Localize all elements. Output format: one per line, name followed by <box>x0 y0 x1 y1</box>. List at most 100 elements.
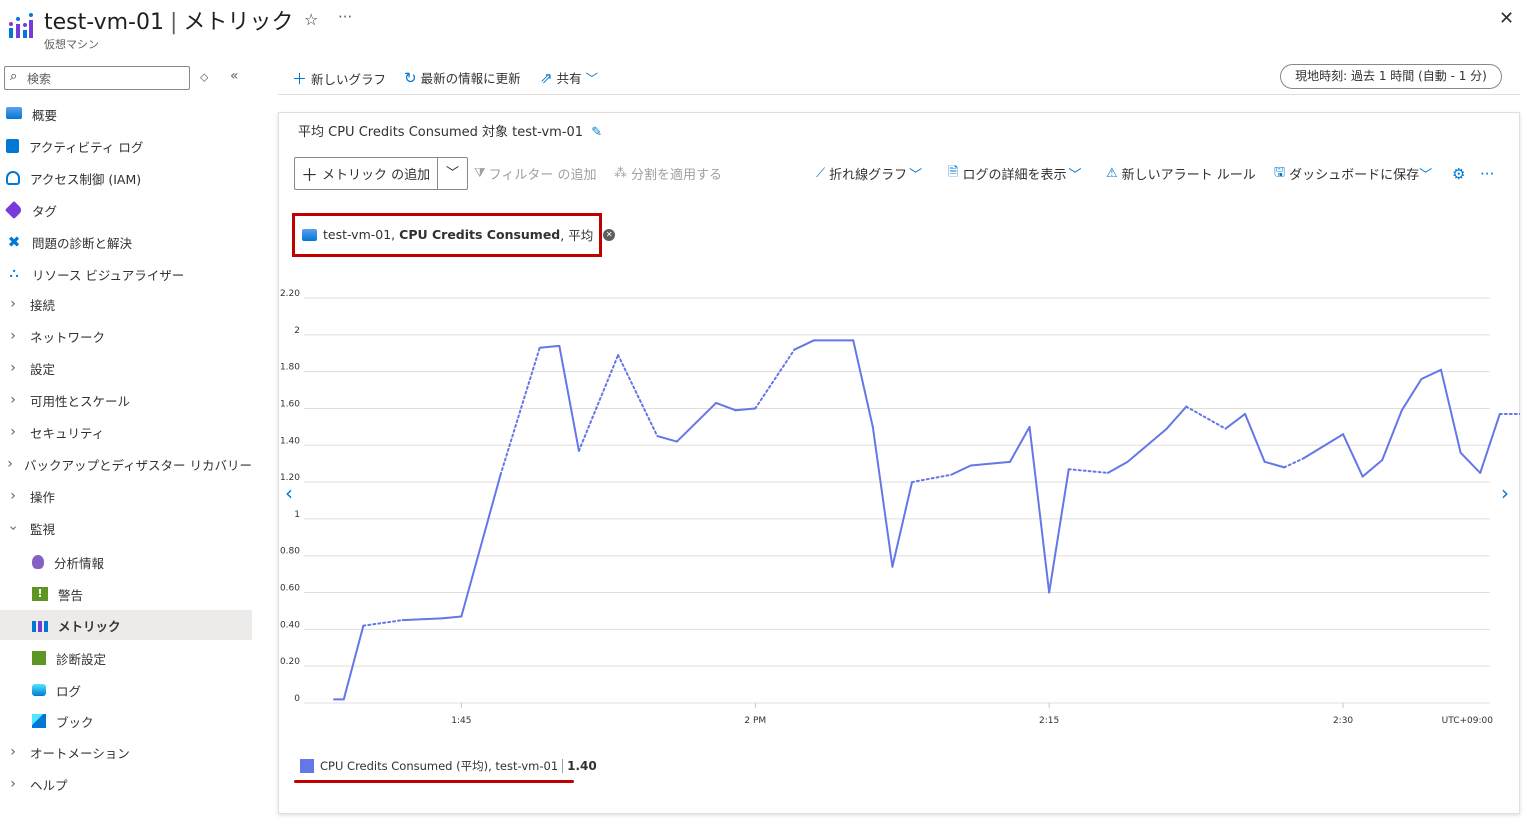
add-metric-dropdown[interactable]: ﹀ <box>437 158 467 189</box>
refresh-button[interactable]: ↻ 最新の情報に更新 <box>404 68 521 87</box>
sidebar-item-label: アクティビティ ログ <box>29 139 144 155</box>
y-tick-label: 0.80 <box>280 547 300 557</box>
sidebar-search-input[interactable]: ⌕ 検索 <box>4 66 190 90</box>
series-line-segment <box>577 354 620 452</box>
series-line-segment <box>538 344 561 349</box>
sidebar-item-label: メトリック <box>58 618 121 634</box>
sidebar-item-help[interactable]: › ヘルプ <box>0 769 252 799</box>
sidebar-item-workbooks[interactable]: ブック <box>0 706 252 736</box>
sidebar-item-insights[interactable]: 分析情報 <box>0 547 252 577</box>
sidebar-item-operations[interactable]: › 操作 <box>0 481 252 511</box>
new-alert-rule-label: 新しいアラート ルール <box>1121 168 1256 183</box>
sidebar-item-alerts[interactable]: ! 警告 <box>0 579 252 609</box>
line-chart-icon: ⟋ <box>816 166 826 181</box>
resource-name: test-vm-01 <box>44 10 164 35</box>
sidebar-item-overview[interactable]: 概要 <box>0 99 252 129</box>
y-tick-label: 1 <box>294 510 300 520</box>
sidebar-item-label: 診断設定 <box>56 651 107 667</box>
metrics-icon <box>32 621 48 632</box>
people-icon <box>6 171 20 185</box>
gear-icon[interactable]: ⚙ <box>1452 157 1465 190</box>
series-line-segment <box>793 339 816 351</box>
series-line-segment <box>1381 409 1403 461</box>
legend-label: CPU Credits Consumed (平均), test-vm-01 <box>320 759 559 773</box>
new-alert-rule-button[interactable]: ⚠ 新しいアラート ルール <box>1106 157 1256 190</box>
sidebar-item-resource-visualizer[interactable]: ⛬ リソース ビジュアライザー <box>0 259 252 289</box>
sidebar-item-label: ブック <box>56 714 94 730</box>
metric-pill[interactable]: test-vm-01, CPU Credits Consumed , 平均 ✕ <box>302 225 616 244</box>
add-filter-button[interactable]: ⧩ フィルター の追加 <box>474 157 596 190</box>
sidebar-item-label: オートメーション <box>30 745 130 761</box>
chevron-left-icon[interactable]: ‹ <box>285 481 293 505</box>
sidebar-item-availability[interactable]: › 可用性とスケール <box>0 385 252 415</box>
resource-type: 仮想マシン <box>44 38 99 51</box>
series-line-segment <box>1440 368 1462 454</box>
sidebar-item-label: 設定 <box>30 361 56 377</box>
sidebar-item-diagnose[interactable]: ✖ 問題の診断と解決 <box>0 227 252 257</box>
sidebar-item-networking[interactable]: › ネットワーク <box>0 321 252 351</box>
vm-icon <box>302 228 317 241</box>
chevron-down-icon: › <box>5 525 21 531</box>
chart-legend[interactable]: CPU Credits Consumed (平均), test-vm-01 1.… <box>300 758 597 774</box>
apply-splitting-button[interactable]: ⁂ 分割を適用する <box>614 157 722 190</box>
close-icon[interactable]: ✕ <box>1499 8 1514 29</box>
sidebar-item-label: アクセス制御 (IAM) <box>30 171 142 187</box>
series-line-segment <box>1008 425 1031 463</box>
series-line-segment <box>558 344 580 452</box>
blade-title: メトリック <box>183 10 294 35</box>
sidebar-item-connect[interactable]: › 接続 <box>0 289 252 319</box>
divider <box>278 94 1520 95</box>
add-metric-button[interactable]: ＋ メトリック の追加 ﹀ <box>294 157 468 190</box>
star-icon[interactable]: ☆ <box>304 10 318 29</box>
sidebar-item-label: バックアップとディザスター リカバリー <box>24 457 252 473</box>
sidebar-item-settings[interactable]: › 設定 <box>0 353 252 383</box>
sidebar-item-diagnostic-settings[interactable]: 診断設定 <box>0 643 252 673</box>
y-tick-label: 2.20 <box>280 289 300 299</box>
series-line-segment <box>1479 412 1501 474</box>
title-separator: | <box>169 10 178 35</box>
line-chart-dropdown[interactable]: ⟋ 折れ線グラフ ﹀ <box>816 157 922 190</box>
chart-title[interactable]: 平均 CPU Credits Consumed 対象 test-vm-01 ✎ <box>298 121 602 140</box>
new-chart-button[interactable]: ＋新しいグラフ <box>292 68 386 89</box>
sidebar-item-monitoring[interactable]: › 監視 <box>0 513 252 543</box>
view-logs-dropdown[interactable]: 🗎 ログの詳細を表示 ﹀ <box>948 157 1081 190</box>
ellipsis-icon[interactable]: ··· <box>1480 157 1494 190</box>
share-button[interactable]: ⇗ 共有 ﹀ <box>540 68 598 87</box>
line-chart: 2.2021.801.601.401.2010.800.600.400.2001… <box>280 289 1520 726</box>
search-icon: ⌕ <box>10 69 18 84</box>
sidebar-item-logs[interactable]: ログ <box>0 675 252 705</box>
remove-metric-icon[interactable]: ✕ <box>603 228 616 241</box>
chevron-right-icon[interactable]: › <box>1501 481 1509 505</box>
time-range-picker[interactable]: 現地時刻: 過去 1 時間 (自動 - 1 分) <box>1280 64 1502 89</box>
series-line-segment <box>754 348 796 410</box>
workbook-icon <box>32 714 46 728</box>
tag-icon <box>4 200 24 220</box>
x-tick-label: 2:15 <box>1039 716 1059 726</box>
legend-separator <box>562 759 564 773</box>
sidebar-item-label: セキュリティ <box>30 425 105 441</box>
chevron-down-icon: ﹀ <box>909 168 923 183</box>
diagnostics-icon <box>32 651 46 665</box>
series-line-segment <box>342 624 365 701</box>
sidebar-item-metrics[interactable]: メトリック <box>0 610 252 640</box>
ellipsis-icon[interactable]: ··· <box>338 8 352 26</box>
sidebar-item-activity-log[interactable]: アクティビティ ログ <box>0 131 252 161</box>
sidebar-item-security[interactable]: › セキュリティ <box>0 417 252 447</box>
sidebar-item-tags[interactable]: タグ <box>0 195 252 225</box>
collapse-sidebar-icon[interactable]: « <box>230 68 239 84</box>
series-line-segment <box>1224 412 1247 430</box>
series-line-segment <box>656 435 678 443</box>
pill-resource: test-vm-01, <box>323 227 396 242</box>
sidebar-item-backup[interactable]: › バックアップとディザスター リカバリー <box>0 449 252 479</box>
y-tick-label: 0.20 <box>280 657 300 667</box>
wrench-icon: ✖ <box>7 233 21 251</box>
sort-icon[interactable]: ⬦ <box>200 70 208 85</box>
x-tick-label: 1:45 <box>451 716 471 726</box>
sidebar-item-automation[interactable]: › オートメーション <box>0 737 252 767</box>
save-to-dashboard-dropdown[interactable]: 🖫 ダッシュボードに保存 ﹀ <box>1274 157 1432 190</box>
sidebar-item-label: 操作 <box>30 489 56 505</box>
pencil-icon[interactable]: ✎ <box>591 125 602 140</box>
plus-icon: ＋ <box>301 166 318 186</box>
series-line-segment <box>852 339 874 428</box>
sidebar-item-iam[interactable]: アクセス制御 (IAM) <box>0 163 252 193</box>
